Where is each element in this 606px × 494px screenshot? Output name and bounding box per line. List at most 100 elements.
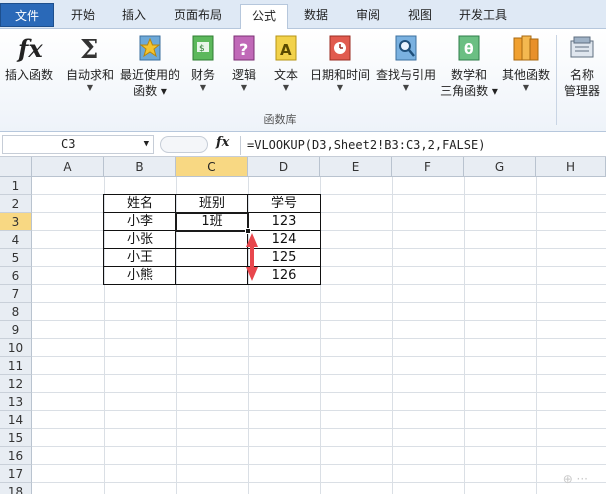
lookup-reference-button[interactable]: 查找与引用 ▼ [374,33,438,93]
active-cell-outline[interactable] [175,212,249,232]
insert-function-label: 插入函数 [4,68,53,82]
cell-b4[interactable]: 小张 [104,231,176,249]
ribbon-tab-bar: 文件 开始 插入 页面布局 公式 数据 审阅 视图 开发工具 [0,0,606,30]
row-header-6[interactable]: 6 [0,267,32,285]
chevron-down-icon: ▼ [402,83,410,92]
cell-b5[interactable]: 小王 [104,249,176,267]
column-header-a[interactable]: A [32,157,104,177]
row-header-16[interactable]: 16 [0,447,32,465]
name-box-value: C3 [61,137,76,151]
text-button[interactable]: A 文本 ▼ [268,33,304,93]
function-library-group-label: 函数库 [263,113,297,126]
name-manager-label-1: 名称 [569,68,594,82]
row-header-5[interactable]: 5 [0,249,32,267]
tab-insert[interactable]: 插入 [110,4,158,29]
column-header-c[interactable]: C [176,157,248,177]
row-header-1[interactable]: 1 [0,177,32,195]
chevron-down-icon: ▼ [522,83,530,92]
magnifier-book-icon [395,35,417,61]
row-header-15[interactable]: 15 [0,429,32,447]
lookup-reference-label: 查找与引用 [375,68,436,82]
row-header-13[interactable]: 13 [0,393,32,411]
tab-home[interactable]: 开始 [58,4,108,29]
ribbon-separator [556,35,557,125]
gridline [32,428,606,429]
calendar-book-icon [329,35,351,61]
insert-function-fx-icon[interactable]: fx [216,135,229,150]
tab-review[interactable]: 审阅 [344,4,392,29]
formula-bar-handle[interactable] [160,136,208,153]
row-header-2[interactable]: 2 [0,195,32,213]
more-functions-button[interactable]: 其他函数 ▼ [500,33,552,93]
row-header-12[interactable]: 12 [0,375,32,393]
cell-b3[interactable]: 小李 [104,213,176,231]
cell-b6[interactable]: 小熊 [104,267,176,285]
column-header-g[interactable]: G [464,157,536,177]
math-trig-label-1: 数学和 [450,68,487,82]
cell-c6[interactable] [176,267,248,285]
theta-book-icon: θ [458,35,480,61]
cell-c4[interactable] [176,231,248,249]
chevron-down-icon[interactable]: ▼ [144,136,149,153]
autosum-button[interactable]: Σ 自动求和 ▼ [62,33,118,93]
financial-book-icon: $ [192,35,214,61]
recently-used-button[interactable]: 最近使用的 函数 ▾ [118,33,182,99]
math-trig-button[interactable]: θ 数学和 三角函数 ▾ [440,33,498,99]
row-header-10[interactable]: 10 [0,339,32,357]
row-header-4[interactable]: 4 [0,231,32,249]
books-icon [513,35,539,61]
tab-developer[interactable]: 开发工具 [448,4,518,29]
cell-c5[interactable] [176,249,248,267]
gridline [32,302,606,303]
spreadsheet-grid[interactable]: A B C D E F G H 1 2 3 4 5 6 7 8 9 10 11 … [0,157,606,494]
name-manager-button[interactable]: 名称 管理器 [560,33,604,99]
row-header-14[interactable]: 14 [0,411,32,429]
column-header-h[interactable]: H [536,157,606,177]
svg-text:?: ? [239,40,248,59]
gridline [32,374,606,375]
chevron-down-icon: ▼ [282,83,290,92]
fx-icon: fx [16,34,43,63]
watermark-logo: ⊕ ··· [562,472,588,486]
row-header-18[interactable]: 18 [0,483,32,494]
row-header-17[interactable]: 17 [0,465,32,483]
row-header-7[interactable]: 7 [0,285,32,303]
select-all-corner[interactable] [0,157,32,177]
datetime-button[interactable]: 日期和时间 ▼ [308,33,372,93]
financial-button[interactable]: $ 财务 ▼ [186,33,220,93]
tab-formulas[interactable]: 公式 [240,4,288,30]
recently-used-label-2: 函数 ▾ [133,84,167,98]
row-header-9[interactable]: 9 [0,321,32,339]
autosum-label: 自动求和 [65,68,114,82]
gridline [32,482,606,483]
column-header-f[interactable]: F [392,157,464,177]
ribbon-formulas-panel: fx 插入函数 Σ 自动求和 ▼ 最近使用的 函数 ▾ $ 财务 ▼ ? 逻辑 … [0,29,606,132]
datetime-label: 日期和时间 [309,68,370,82]
column-header-e[interactable]: E [320,157,392,177]
gridline [32,338,606,339]
cell-d2[interactable]: 学号 [248,195,320,213]
tab-page-layout[interactable]: 页面布局 [162,4,234,29]
formula-input[interactable]: =VLOOKUP(D3,Sheet2!B3:C3,2,FALSE) [240,136,604,155]
tab-view[interactable]: 视图 [396,4,444,29]
row-header-3[interactable]: 3 [0,213,32,231]
logical-button[interactable]: ? 逻辑 ▼ [226,33,262,93]
logical-label: 逻辑 [231,68,256,82]
name-box[interactable]: C3 ▼ [2,135,154,154]
svg-text:$: $ [199,44,205,54]
cell-d3[interactable]: 123 [248,213,320,231]
recently-used-label-1: 最近使用的 [119,68,180,82]
column-header-d[interactable]: D [248,157,320,177]
more-functions-label: 其他函数 [501,68,550,82]
column-header-b[interactable]: B [104,157,176,177]
cell-b2[interactable]: 姓名 [104,195,176,213]
gridline [32,464,606,465]
tab-file[interactable]: 文件 [0,3,54,27]
row-header-8[interactable]: 8 [0,303,32,321]
sigma-icon: Σ [80,35,98,63]
row-header-11[interactable]: 11 [0,357,32,375]
cell-c2[interactable]: 班别 [176,195,248,213]
star-book-icon [139,35,161,61]
insert-function-button[interactable]: fx 插入函数 [2,33,56,83]
tab-data[interactable]: 数据 [292,4,340,29]
